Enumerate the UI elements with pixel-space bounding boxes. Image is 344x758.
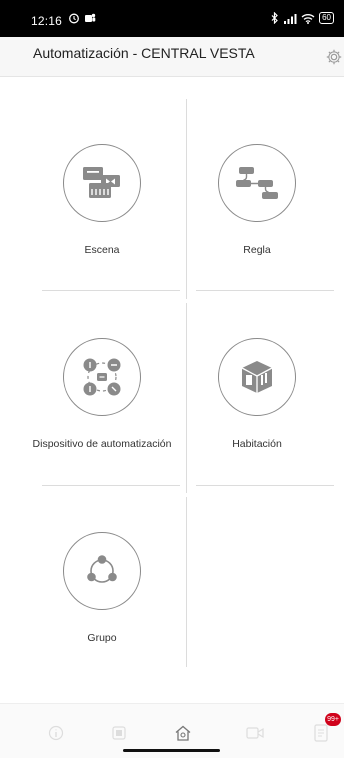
teams-icon (85, 13, 96, 22)
nav-camera[interactable] (243, 721, 267, 745)
bluetooth-icon (271, 12, 278, 24)
status-left-icons (68, 12, 96, 24)
notifications-icon (314, 724, 328, 742)
gear-icon[interactable] (325, 48, 343, 66)
tile-habitacion[interactable]: Habitación (182, 338, 332, 450)
nav-notifications[interactable]: 99+ (309, 713, 341, 745)
nav-devices[interactable] (107, 721, 131, 745)
cell-signal-icon (284, 13, 297, 24)
group-icon-circle (63, 532, 141, 610)
status-right: 60 (271, 12, 334, 24)
scene-icon-circle (63, 144, 141, 222)
grid-divider (196, 290, 334, 291)
room-icon-circle (218, 338, 296, 416)
tile-label: Regla (243, 244, 271, 256)
tile-dispositivo[interactable]: Dispositivo de automatización (2, 338, 202, 450)
info-icon (48, 725, 64, 741)
tile-label: Habitación (232, 438, 282, 450)
grid-divider (196, 485, 334, 486)
status-time: 12:16 (31, 14, 63, 28)
battery-icon: 60 (319, 12, 334, 24)
rule-icon-circle (218, 144, 296, 222)
automation-grid: Escena Regla Dispositivo de automatizaci… (0, 77, 344, 703)
tile-label: Grupo (87, 632, 117, 644)
notification-badge: 99+ (325, 713, 341, 726)
tile-grupo[interactable]: Grupo (12, 532, 192, 644)
group-icon (87, 555, 117, 583)
alarm-icon (69, 13, 79, 24)
nav-home[interactable] (171, 721, 195, 745)
home-indicator[interactable] (123, 749, 220, 752)
page-title: Automatización - CENTRAL VESTA (33, 45, 255, 61)
status-bar: 12:16 60 (0, 0, 344, 37)
device-icon (112, 726, 126, 740)
camera-icon (246, 727, 264, 739)
wifi-icon (301, 13, 315, 24)
grid-divider (42, 485, 180, 486)
app-header: Automatización - CENTRAL VESTA (0, 37, 344, 77)
home-icon (175, 725, 191, 741)
tile-label: Escena (84, 244, 120, 256)
room-cube-icon (241, 361, 273, 393)
nav-info[interactable] (44, 721, 68, 745)
rule-flow-icon (236, 167, 278, 199)
tile-escena[interactable]: Escena (12, 144, 192, 256)
automation-device-icon-circle (63, 338, 141, 416)
grid-divider (42, 290, 180, 291)
tile-label: Dispositivo de automatización (32, 438, 172, 450)
scene-icon (83, 167, 120, 198)
tile-regla[interactable]: Regla (182, 144, 332, 256)
automation-device-icon (83, 358, 121, 396)
